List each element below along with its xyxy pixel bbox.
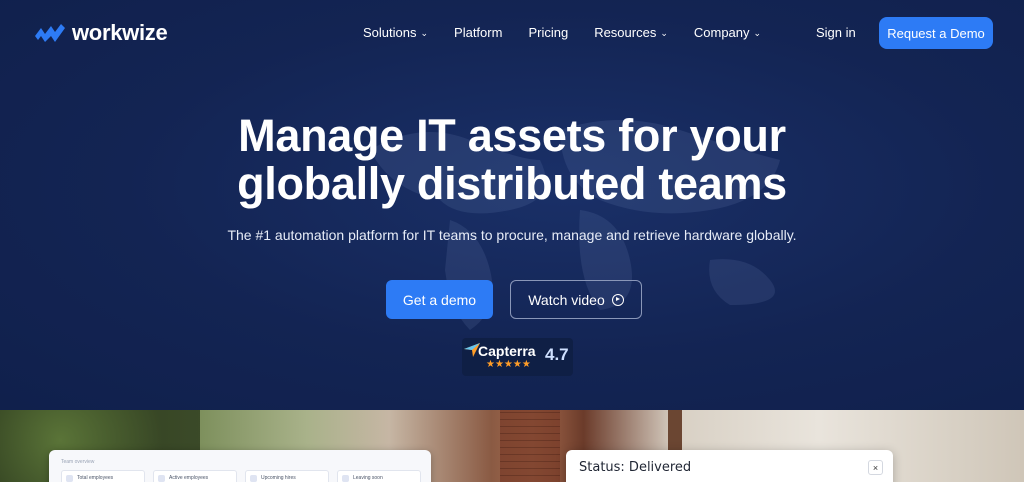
stat-card-label: Total employees: [77, 475, 114, 481]
hero-headline: Manage IT assets for your globally distr…: [0, 112, 1024, 208]
capterra-badge[interactable]: Capterra ★★★★★ 4.7: [462, 338, 573, 376]
nav-links: Solutions ⌄ Platform Pricing Resources ⌄…: [363, 25, 787, 40]
stat-card: Upcoming hires: [245, 470, 329, 482]
nav-item-label: Company: [693, 25, 750, 40]
dashboard-label: Team overview: [61, 459, 95, 465]
brand-name: workwize: [72, 20, 168, 45]
close-icon[interactable]: ×: [868, 460, 883, 475]
watch-video-label: Watch video: [528, 291, 605, 308]
dashboard-preview: Team overview Total employees Active emp…: [49, 450, 431, 482]
nav-item-label: Resources: [594, 25, 657, 40]
hero-subline: The #1 automation platform for IT teams …: [227, 227, 797, 243]
nav-item-resources[interactable]: Resources ⌄: [594, 25, 668, 40]
watch-video-button[interactable]: Watch video: [510, 280, 642, 319]
user-icon: [158, 474, 165, 482]
stat-card-label: Leaving soon: [353, 475, 383, 481]
stat-card-label: Active employees: [169, 475, 209, 481]
nav-item-label: Pricing: [528, 25, 569, 40]
status-notification: Status: Delivered ×: [566, 450, 893, 482]
user-icon: [342, 474, 349, 482]
workwize-logo-icon: [35, 24, 65, 42]
capterra-rating: 4.7: [545, 345, 569, 364]
user-icon: [66, 474, 73, 482]
chevron-down-icon: ⌄: [753, 28, 762, 38]
top-navigation: workwize Solutions ⌄ Platform Pricing Re…: [0, 0, 1024, 66]
nav-item-solutions[interactable]: Solutions ⌄: [363, 25, 428, 40]
play-circle-icon: [611, 293, 624, 306]
nav-item-company[interactable]: Company ⌄: [694, 25, 761, 40]
stat-card: Leaving soon: [337, 470, 421, 482]
nav-item-label: Platform: [454, 25, 503, 40]
brand-logo[interactable]: workwize: [34, 20, 168, 46]
nav-item-platform[interactable]: Platform: [454, 25, 502, 40]
chevron-down-icon: ⌄: [420, 28, 429, 38]
hero-section: workwize Solutions ⌄ Platform Pricing Re…: [0, 0, 1024, 410]
headline-line-1: Manage IT assets for your: [238, 110, 786, 161]
stat-card: Active employees: [153, 470, 237, 482]
dashboard-stat-cards: Total employees Active employees Upcomin…: [61, 470, 421, 482]
rating-stars: ★★★★★: [486, 359, 531, 370]
sign-in-link[interactable]: Sign in: [816, 25, 856, 40]
user-icon: [250, 474, 257, 482]
get-demo-button[interactable]: Get a demo: [386, 280, 493, 319]
nav-item-label: Solutions: [363, 25, 417, 40]
nav-item-pricing[interactable]: Pricing: [528, 25, 568, 40]
status-text: Status: Delivered: [579, 460, 692, 475]
headline-line-2: globally distributed teams: [237, 158, 787, 209]
capterra-name: Capterra: [478, 343, 536, 359]
photo-brick-wall: [500, 410, 560, 482]
stat-card-label: Upcoming hires: [261, 475, 296, 481]
chevron-down-icon: ⌄: [660, 28, 668, 38]
stat-card: Total employees: [61, 470, 145, 482]
request-demo-button[interactable]: Request a Demo: [879, 17, 993, 49]
